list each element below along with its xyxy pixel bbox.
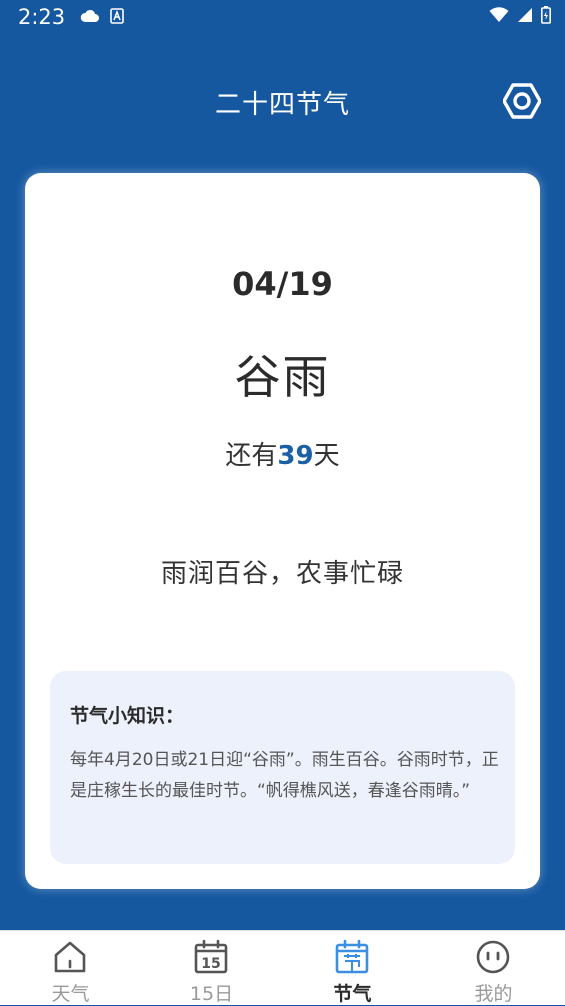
status-bar: 2:23 xyxy=(0,0,565,34)
knowledge-body: 每年4月20日或21日迎“谷雨”。雨生百谷。谷雨时节，正是庄稼生长的最佳时节。“… xyxy=(70,750,499,801)
svg-text:15: 15 xyxy=(201,956,220,972)
bottom-nav: 天气 15 15日 节气 我的 xyxy=(0,930,565,1005)
page-title: 二十四节气 xyxy=(214,90,350,120)
status-time: 2:23 xyxy=(18,5,66,29)
term-proverb: 雨润百谷，农事忙碌 xyxy=(160,559,404,589)
nav-label-solar-terms: 节气 xyxy=(333,983,372,1005)
term-name: 谷雨 xyxy=(234,350,331,404)
solar-term-card: 04/19 谷雨 还有39天 雨润百谷，农事忙碌 节气小知识： 每年4月20日或… xyxy=(25,173,540,889)
calendar-jieqi-icon xyxy=(335,939,369,974)
calendar-15-icon: 15 xyxy=(194,939,228,974)
wifi-icon xyxy=(489,7,509,22)
nav-item-mine[interactable]: 我的 xyxy=(423,931,564,1005)
hexagon-settings-icon xyxy=(502,83,542,119)
nav-label-mine: 我的 xyxy=(474,983,513,1005)
app-header: 二十四节气 xyxy=(0,70,565,132)
settings-button[interactable] xyxy=(502,82,542,120)
nav-label-weather: 天气 xyxy=(51,983,90,1005)
countdown-prefix: 还有 xyxy=(225,441,278,471)
knowledge-title: 节气小知识： xyxy=(70,705,185,727)
cloud-icon xyxy=(80,9,99,22)
battery-icon xyxy=(541,6,551,24)
status-left-icons xyxy=(80,8,124,24)
countdown: 还有39天 xyxy=(25,435,540,472)
home-icon xyxy=(54,941,86,973)
knowledge-box: 节气小知识： 每年4月20日或21日迎“谷雨”。雨生百谷。谷雨时节，正是庄稼生长… xyxy=(50,671,515,864)
nav-item-solar-terms[interactable]: 节气 xyxy=(282,931,423,1005)
status-right-icons xyxy=(489,6,551,24)
term-date: 04/19 xyxy=(232,265,333,303)
nav-item-15day[interactable]: 15 15日 xyxy=(141,931,282,1005)
nav-item-weather[interactable]: 天气 xyxy=(0,931,141,1005)
nav-label-15day: 15日 xyxy=(189,983,234,1005)
signal-icon xyxy=(518,8,532,22)
countdown-days: 39 xyxy=(277,441,314,471)
a-box-icon xyxy=(110,8,124,24)
countdown-suffix: 天 xyxy=(313,441,340,471)
face-icon xyxy=(476,940,510,974)
